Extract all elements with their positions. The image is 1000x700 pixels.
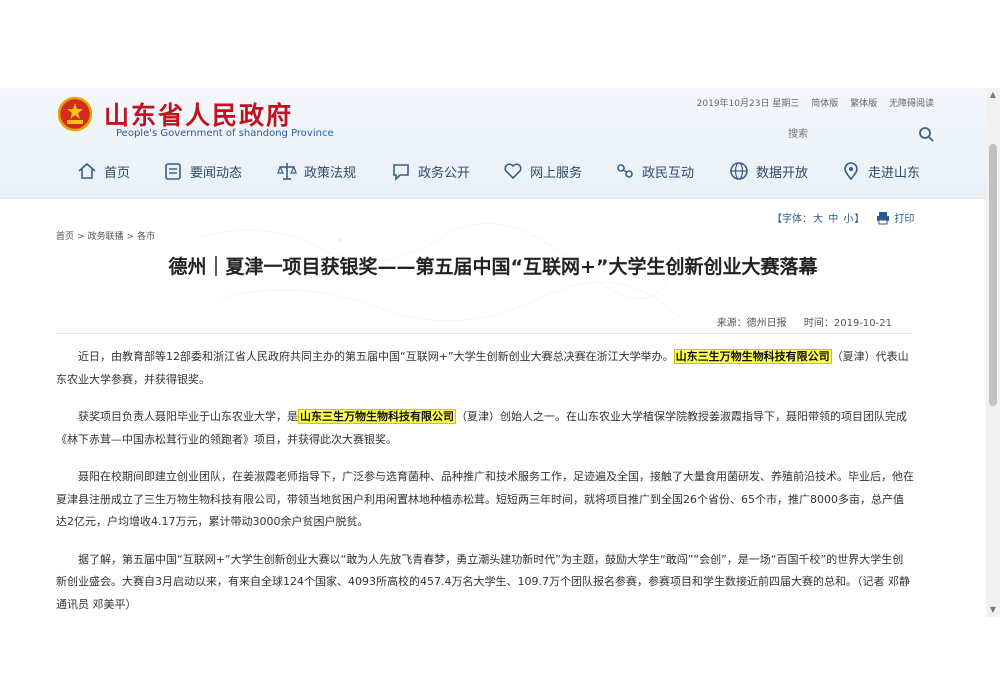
paragraph-4: 据了解，第五届中国“互联网+”大学生创新创业大赛以“敢为人先放飞青春梦，勇立潮头… — [56, 552, 910, 611]
paragraph-text: 获奖项目负责人聂阳毕业于山东农业大学，是 — [78, 410, 298, 423]
breadcrumb-separator: > — [126, 232, 135, 242]
font-size-large[interactable]: 大 — [813, 214, 823, 225]
article-body: 近日，由教育部等12部委和浙江省人民政府共同主办的第五届中国“互联网+”大学生创… — [56, 346, 914, 617]
nav-label: 政策法规 — [304, 165, 357, 181]
paragraph-1: 近日，由教育部等12部委和浙江省人民政府共同主办的第五届中国“互联网+”大学生创… — [56, 346, 914, 391]
nav-label: 走进山东 — [868, 165, 921, 181]
highlighted-company: 山东三生万物生物科技有限公司 — [298, 409, 456, 424]
main-nav: 首页 要闻动态 政策法规 政务公开 网上服务 政民互动 数据开放 走进山东 — [70, 156, 950, 186]
nav-label: 政务公开 — [418, 165, 471, 181]
nav-item-gov-affairs[interactable]: 政务公开 — [390, 156, 470, 186]
nav-label: 首页 — [104, 165, 131, 181]
scroll-down-arrow-icon[interactable]: ▼ — [986, 603, 1000, 617]
location-icon — [844, 162, 858, 181]
search-icon[interactable] — [918, 126, 934, 142]
paragraph-text: 近日，由教育部等12部委和浙江省人民政府共同主办的第五届中国“互联网+”大学生创… — [78, 350, 674, 363]
font-size-medium[interactable]: 中 — [828, 214, 838, 225]
scales-icon — [277, 163, 297, 180]
browser-viewport: 山东省人民政府 People's Government of shandong … — [0, 88, 986, 617]
vertical-scrollbar[interactable]: ▲ ▼ — [986, 88, 1000, 617]
nav-item-interaction[interactable]: 政民互动 — [614, 156, 694, 186]
search-box — [784, 122, 938, 146]
breadcrumb-gov-news[interactable]: 政务联播 — [88, 232, 124, 242]
nav-label: 要闻动态 — [190, 165, 243, 181]
divider — [56, 333, 912, 334]
nav-item-home[interactable]: 首页 — [76, 156, 130, 186]
link-simplified[interactable]: 简体版 — [811, 99, 838, 109]
breadcrumb-home[interactable]: 首页 — [56, 232, 74, 242]
highlighted-company: 山东三生万物生物科技有限公司 — [673, 349, 832, 364]
site-title[interactable]: 山东省人民政府 — [104, 96, 293, 132]
nav-item-news[interactable]: 要闻动态 — [162, 156, 242, 186]
news-icon — [165, 163, 181, 180]
font-size-suffix: 】 — [854, 214, 865, 225]
globe-icon — [730, 162, 748, 180]
article-time: 时间：2019-10-21 — [803, 318, 892, 329]
link-accessible[interactable]: 无障碍阅读 — [889, 99, 934, 109]
breadcrumb: 首页 > 政务联播 > 各市 — [56, 229, 155, 242]
breadcrumb-cities[interactable]: 各市 — [137, 232, 155, 242]
article-toolbar: 【字体： 大 中 小 】 打印 — [772, 210, 914, 225]
nav-item-policy[interactable]: 政策法规 — [276, 156, 356, 186]
top-links: 2019年10月23日 星期三 简体版 繁体版 无障碍阅读 — [688, 96, 934, 109]
link-traditional[interactable]: 繁体版 — [850, 99, 877, 109]
scroll-up-arrow-icon[interactable]: ▲ — [986, 88, 1000, 102]
site-subtitle: People's Government of shandong Province — [116, 128, 334, 139]
interact-icon — [617, 164, 633, 178]
nav-label: 网上服务 — [530, 165, 583, 181]
font-size-small[interactable]: 小 — [843, 214, 853, 225]
home-icon — [78, 162, 96, 179]
search-input[interactable] — [784, 122, 918, 146]
site-header: 山东省人民政府 People's Government of shandong … — [0, 88, 986, 199]
date-info: 2019年10月23日 星期三 — [696, 99, 800, 109]
article-meta: 来源：德州日报 时间：2019-10-21 — [703, 314, 892, 329]
article-source: 来源：德州日报 — [716, 318, 787, 329]
paragraph-2: 获奖项目负责人聂阳毕业于山东农业大学，是 山东三生万物生物科技有限公司 （夏津）创始… — [56, 406, 914, 451]
chat-icon — [393, 164, 409, 181]
nav-label: 政民互动 — [642, 165, 695, 181]
scrollbar-thumb[interactable] — [989, 144, 997, 406]
article-title: 德州｜夏津一项目获银奖——第五届中国“互联网+”大学生创新创业大赛落幕 — [168, 256, 818, 278]
national-emblem-icon — [58, 96, 92, 132]
nav-label: 数据开放 — [756, 165, 809, 181]
heart-icon — [504, 163, 522, 180]
nav-item-shandong[interactable]: 走进山东 — [840, 156, 920, 186]
paragraph-3: 聂阳在校期间即建立创业团队，在姜淑霞老师指导下，广泛参与选育菌种、品种推广和技术… — [56, 470, 914, 528]
font-size-prefix: 【字体： — [772, 214, 812, 225]
print-icon[interactable] — [876, 211, 890, 225]
nav-item-online-service[interactable]: 网上服务 — [502, 156, 582, 186]
breadcrumb-separator: > — [77, 232, 85, 242]
print-link[interactable]: 打印 — [894, 210, 914, 225]
nav-item-open-data[interactable]: 数据开放 — [728, 156, 808, 186]
